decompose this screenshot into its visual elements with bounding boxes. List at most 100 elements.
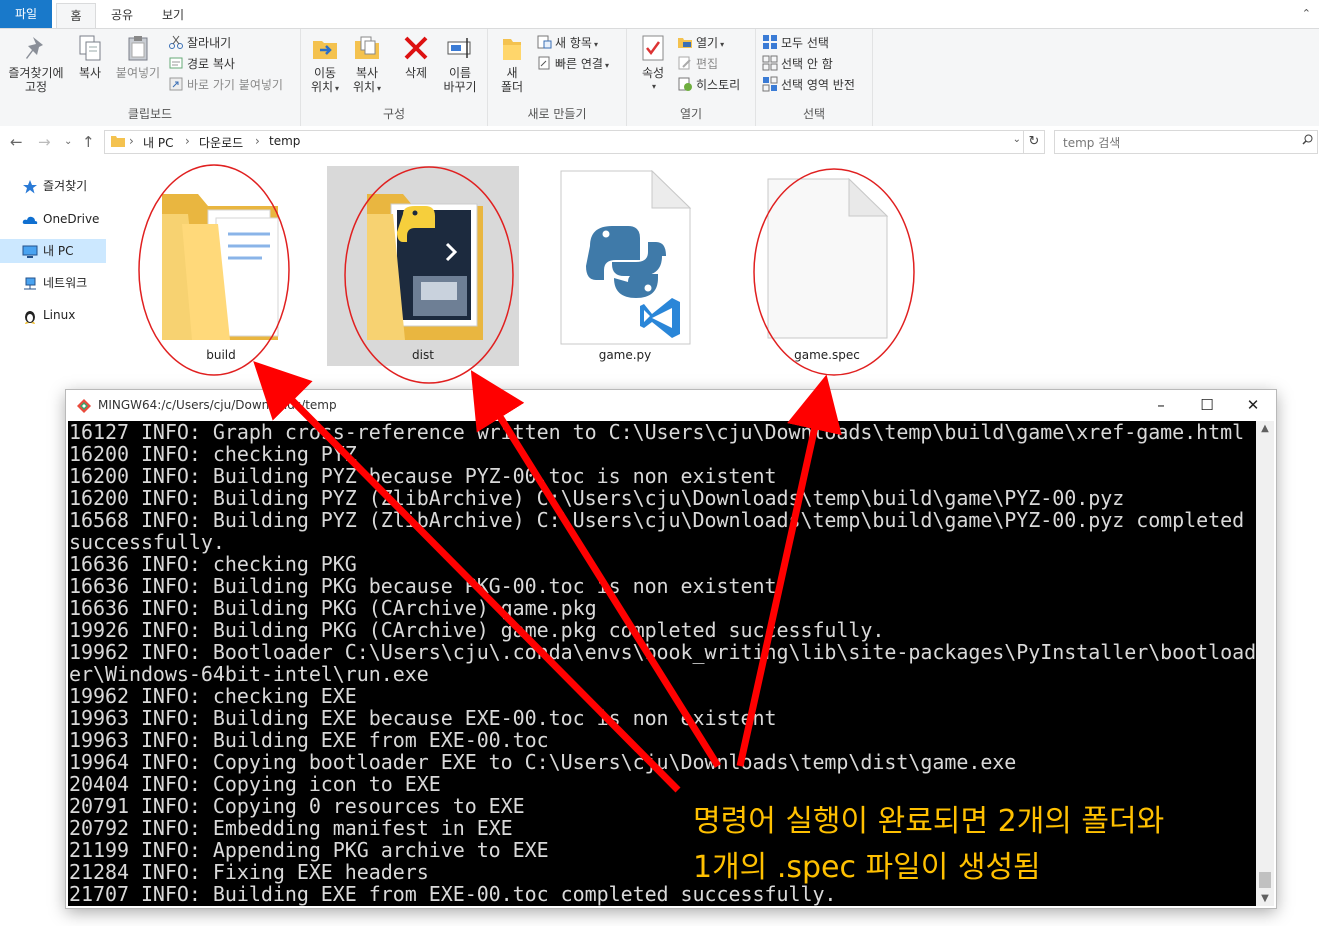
scroll-thumb[interactable]	[1259, 872, 1271, 888]
mingw-icon	[77, 399, 91, 413]
terminal-scrollbar[interactable]: ▲ ▼	[1256, 421, 1274, 906]
edit-label: 편집	[696, 57, 719, 71]
copy-path-button[interactable]: 경로 복사	[168, 54, 235, 74]
breadcrumb-my-pc[interactable]: 내 PC	[143, 134, 173, 151]
breadcrumb-temp[interactable]: temp	[269, 134, 300, 148]
properties-button[interactable]: 속성 ▾	[633, 33, 673, 94]
copy-to-icon	[352, 33, 382, 63]
open-button[interactable]: 열기 ▾	[677, 33, 724, 53]
clipboard-group: 즐겨찾기에 고정 복사 붙여넣기 잘라내기 경로 복사 바로 가기 붙여넣기 클…	[0, 29, 301, 126]
scroll-up-icon[interactable]: ▲	[1256, 423, 1274, 434]
terminal-line: 16127 INFO: Graph cross-reference writte…	[69, 421, 1245, 444]
terminal-line: 16636 INFO: Building PKG because PKG-00.…	[69, 574, 777, 598]
search-input[interactable]: temp 검색	[1054, 130, 1318, 154]
ribbon: 즐겨찾기에 고정 복사 붙여넣기 잘라내기 경로 복사 바로 가기 붙여넣기 클…	[0, 28, 1319, 127]
new-item-dropdown-icon: ▾	[593, 40, 598, 49]
back-arrow-icon[interactable]: ←	[10, 133, 23, 151]
address-bar[interactable]: › 내 PC › 다운로드 › temp ⌄	[104, 130, 1024, 154]
terminal-title-bar[interactable]: MINGW64:/c/Users/cju/Downloads/temp – ☐ …	[66, 390, 1276, 421]
file-name: game.spec	[794, 348, 860, 362]
terminal-line: 21284 INFO: Fixing EXE headers	[69, 860, 429, 884]
terminal-line: 21199 INFO: Appending PKG archive to EXE	[69, 838, 549, 862]
new-folder-button[interactable]: 새 폴더	[492, 33, 532, 94]
rename-icon	[445, 33, 475, 63]
move-to-dropdown-icon: ▾	[335, 84, 340, 93]
pin-label: 즐겨찾기에	[8, 66, 64, 80]
breadcrumb-separator-icon: ›	[185, 134, 190, 148]
tab-home[interactable]: 홈	[56, 3, 96, 29]
terminal-line: 16636 INFO: checking PKG	[69, 552, 357, 576]
address-dropdown-icon[interactable]: ⌄	[1013, 134, 1021, 145]
delete-button[interactable]: 삭제	[397, 33, 435, 80]
delete-icon	[401, 33, 431, 63]
breadcrumb-downloads[interactable]: 다운로드	[199, 134, 243, 151]
cut-button[interactable]: 잘라내기	[168, 33, 231, 53]
copy-to-button[interactable]: 복사 위치 ▾	[347, 33, 387, 96]
search-icon[interactable]	[1302, 134, 1313, 145]
folder-icon	[162, 194, 279, 340]
star-icon	[22, 179, 38, 195]
open-group-label: 열기	[679, 107, 703, 121]
file-item-build[interactable]: build	[126, 166, 316, 366]
ribbon-tab-bar: 파일 홈 공유 보기 ⌃	[0, 0, 1319, 29]
history-button[interactable]: 히스토리	[677, 75, 740, 95]
terminal-line: 21707 INFO: Building EXE from EXE-00.toc…	[69, 882, 837, 906]
open-folder-icon	[677, 34, 693, 50]
refresh-icon[interactable]: ↻	[1024, 130, 1045, 154]
file-item-game-spec[interactable]: game.spec	[732, 166, 922, 366]
select-all-button[interactable]: 모두 선택	[762, 33, 829, 53]
nav-item-quick-access[interactable]: 즐겨찾기	[0, 174, 106, 198]
breadcrumb-separator-icon: ›	[255, 134, 260, 148]
terminal-line: 16200 INFO: Building PYZ because PYZ-00.…	[69, 464, 777, 488]
rename-label: 이름	[448, 66, 472, 80]
nav-item-my-pc[interactable]: 내 PC	[0, 239, 106, 263]
computer-icon	[22, 244, 38, 260]
nav-item-linux[interactable]: Linux	[0, 303, 106, 327]
nav-item-label: 내 PC	[43, 244, 74, 258]
cloud-icon	[22, 212, 38, 228]
open-group: 속성 ▾ 열기 ▾ 편집 히스토리 열기	[627, 29, 756, 126]
move-to-button[interactable]: 이동 위치 ▾	[305, 33, 345, 96]
folder-python-icon	[367, 194, 483, 340]
terminal-title: MINGW64:/c/Users/cju/Downloads/temp	[98, 398, 337, 412]
copy-button[interactable]: 복사	[72, 33, 108, 80]
new-group-label: 새로 만들기	[527, 107, 587, 121]
history-icon	[677, 76, 693, 92]
maximize-icon[interactable]: ☐	[1184, 390, 1230, 421]
easy-access-button[interactable]: 빠른 연결 ▾	[536, 54, 609, 74]
recent-locations-icon[interactable]: ⌄	[64, 136, 72, 147]
paste-button[interactable]: 붙여넣기	[110, 33, 166, 80]
file-name: build	[206, 348, 236, 362]
file-name: dist	[412, 348, 434, 362]
python-file-icon	[560, 170, 692, 345]
file-item-game-py[interactable]: game.py	[530, 166, 720, 366]
up-arrow-icon[interactable]: ↑	[82, 133, 95, 151]
scissors-icon	[168, 34, 184, 50]
tab-share[interactable]: 공유	[102, 3, 142, 28]
paste-shortcut-button[interactable]: 바로 가기 붙여넣기	[168, 75, 283, 95]
new-item-button[interactable]: 새 항목 ▾	[536, 33, 598, 53]
scroll-down-icon[interactable]: ▼	[1256, 893, 1274, 904]
ribbon-collapse-icon[interactable]: ⌃	[1302, 7, 1311, 20]
copy-path-icon	[168, 55, 184, 71]
file-item-dist[interactable]: dist	[327, 166, 519, 366]
invert-selection-button[interactable]: 선택 영역 반전	[762, 75, 855, 95]
nav-item-onedrive[interactable]: OneDrive -	[0, 207, 106, 250]
rename-button[interactable]: 이름 바꾸기	[439, 33, 481, 94]
forward-arrow-icon[interactable]: →	[38, 133, 51, 151]
edit-button[interactable]: 편집	[677, 54, 718, 74]
move-to-label: 이동	[313, 66, 337, 80]
pin-to-quick-access-button[interactable]: 즐겨찾기에 고정	[2, 33, 70, 94]
close-icon[interactable]: ✕	[1230, 390, 1276, 421]
terminal-line: 16568 INFO: Building PYZ (ZlibArchive) C…	[69, 508, 1245, 532]
paste-icon	[123, 33, 153, 63]
tab-file[interactable]: 파일	[0, 0, 52, 28]
tab-view[interactable]: 보기	[150, 3, 196, 28]
paste-shortcut-label: 바로 가기 붙여넣기	[187, 78, 283, 92]
nav-item-network[interactable]: 네트워크	[0, 271, 106, 295]
select-group: 모두 선택 선택 안 함 선택 영역 반전 선택	[756, 29, 873, 126]
invert-selection-label: 선택 영역 반전	[781, 78, 855, 92]
minimize-icon[interactable]: –	[1138, 390, 1184, 421]
terminal-line: 20404 INFO: Copying icon to EXE	[69, 772, 441, 796]
select-none-button[interactable]: 선택 안 함	[762, 54, 833, 74]
